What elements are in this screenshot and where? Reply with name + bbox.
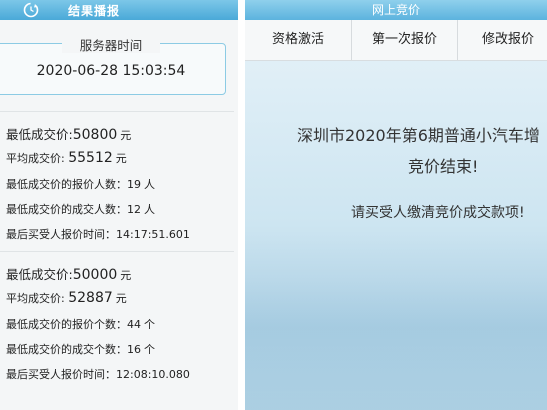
deals-label: 最低成交价的成交个数： (6, 343, 127, 356)
panel-gap (238, 0, 245, 410)
server-time-box: 服务器时间 2020-06-28 15:03:54 (0, 38, 226, 95)
deals-unit: 个 (144, 343, 155, 356)
deals-row: 最低成交价的成交人数：12 人 (6, 201, 155, 217)
deals-value: 12 (127, 203, 141, 216)
refresh-icon[interactable] (22, 1, 40, 19)
min-price-unit: 元 (120, 269, 132, 282)
min-price-value: 50000 (72, 267, 118, 283)
online-bidding-header: 网上竞价 (245, 0, 547, 20)
avg-price-label: 平均成交价: (6, 292, 65, 305)
divider (0, 111, 234, 112)
bidders-row: 最低成交价的报价人数：19 人 (6, 176, 155, 192)
water-background (245, 280, 547, 410)
last-time-label: 最后买受人报价时间： (6, 368, 116, 381)
tab-first-bid[interactable]: 第一次报价 (352, 20, 458, 60)
min-price-value: 50800 (72, 127, 118, 143)
bidders-value: 44 (127, 318, 141, 331)
last-time-row: 最后买受人报价时间：12:08:10.080 (6, 366, 190, 382)
min-price-unit: 元 (120, 129, 132, 142)
result-message-ended: 竞价结束! (408, 157, 479, 176)
last-time-row: 最后买受人报价时间：14:17:51.601 (6, 226, 190, 242)
bidders-unit: 个 (144, 318, 155, 331)
tab-modify-bid[interactable]: 修改报价 (458, 20, 547, 60)
last-time-value: 14:17:51.601 (116, 228, 190, 241)
server-time-label: 服务器时间 (61, 38, 161, 53)
bidders-value: 19 (127, 178, 141, 191)
server-time-value: 2020-06-28 15:03:54 (36, 63, 186, 79)
deals-row: 最低成交价的成交个数：16 个 (6, 341, 155, 357)
avg-price-row: 平均成交价: 55512 元 (6, 150, 127, 166)
avg-price-label: 平均成交价: (6, 152, 65, 165)
avg-price-unit: 元 (115, 152, 127, 165)
result-broadcast-header: 结果播报 (0, 0, 238, 20)
result-message-payment: 请买受人缴清竞价成交款项! (351, 205, 525, 221)
bidding-content: 深圳市2020年第6期普通小汽车增 竞价结束! 请买受人缴清竞价成交款项! (245, 62, 547, 410)
last-time-value: 12:08:10.080 (116, 368, 190, 381)
avg-price-value: 55512 (68, 150, 113, 166)
tab-bar: 资格激活 第一次报价 修改报价 (245, 20, 547, 61)
bidders-label: 最低成交价的报价个数： (6, 318, 127, 331)
deals-unit: 人 (144, 203, 155, 216)
bidders-label: 最低成交价的报价人数： (6, 178, 127, 191)
result-message-title: 深圳市2020年第6期普通小汽车增 (297, 126, 540, 145)
avg-price-value: 52887 (68, 290, 113, 306)
min-price-row: 最低成交价:50000 元 (6, 264, 131, 283)
bidders-unit: 人 (144, 178, 155, 191)
divider (0, 251, 234, 252)
tab-activate-qualification[interactable]: 资格激活 (245, 20, 352, 60)
bidders-row: 最低成交价的报价个数：44 个 (6, 316, 155, 332)
online-bidding-panel: 网上竞价 资格激活 第一次报价 修改报价 深圳市2020年第6期普通小汽车增 竞… (245, 0, 547, 410)
result-broadcast-title: 结果播报 (68, 4, 121, 18)
min-price-label: 最低成交价: (6, 267, 73, 282)
result-broadcast-panel: 结果播报 服务器时间 2020-06-28 15:03:54 最低成交价:508… (0, 0, 238, 410)
avg-price-row: 平均成交价: 52887 元 (6, 290, 127, 306)
last-time-label: 最后买受人报价时间： (6, 228, 116, 241)
min-price-label: 最低成交价: (6, 127, 73, 142)
min-price-row: 最低成交价:50800 元 (6, 124, 131, 143)
deals-label: 最低成交价的成交人数： (6, 203, 127, 216)
deals-value: 16 (127, 343, 141, 356)
avg-price-unit: 元 (115, 292, 127, 305)
